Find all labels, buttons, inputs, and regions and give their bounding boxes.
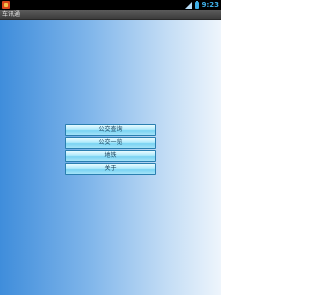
battery-icon — [194, 0, 199, 9]
main-menu: 公交查询 公交一览 地铁 关于 — [65, 124, 156, 175]
status-clock: 9:23 — [201, 1, 219, 9]
status-bar: 9:23 — [0, 0, 221, 10]
app-notification-icon — [2, 1, 10, 9]
signal-icon — [184, 1, 192, 9]
main-content: 公交查询 公交一览 地铁 关于 — [0, 20, 221, 295]
bus-overview-button[interactable]: 公交一览 — [65, 137, 156, 149]
subway-button[interactable]: 地铁 — [65, 150, 156, 162]
menu-button-label: 公交查询 — [98, 126, 123, 133]
menu-button-label: 关于 — [104, 165, 117, 172]
about-button[interactable]: 关于 — [65, 163, 156, 175]
status-notifications — [2, 1, 10, 9]
app-title: 车讯通 — [2, 11, 21, 18]
menu-button-label: 地铁 — [104, 152, 117, 159]
bus-query-button[interactable]: 公交查询 — [65, 124, 156, 136]
status-indicators: 9:23 — [184, 0, 219, 10]
app-screen: 9:23 车讯通 公交查询 公交一览 地铁 关于 — [0, 0, 221, 295]
app-title-bar: 车讯通 — [0, 10, 221, 20]
menu-button-label: 公交一览 — [98, 139, 123, 146]
